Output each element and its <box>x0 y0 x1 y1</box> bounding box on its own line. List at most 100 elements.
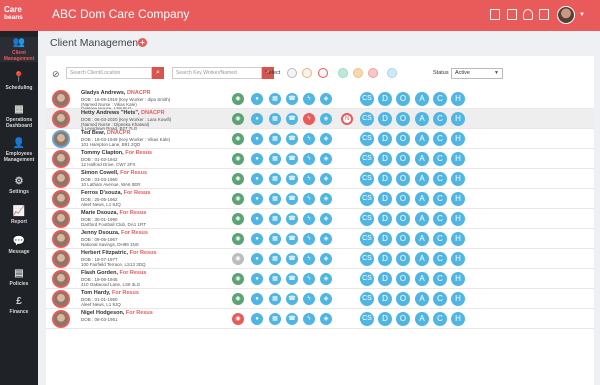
shield-icon[interactable]: ◈ <box>320 93 332 105</box>
letter-badge-c[interactable]: C <box>433 132 447 146</box>
letter-badge-h[interactable]: H <box>451 192 465 206</box>
user-icon[interactable]: ● <box>251 253 263 265</box>
filter-green-icon[interactable] <box>338 68 348 78</box>
client-name[interactable]: Simon Cowell, For Resus <box>81 170 147 176</box>
letter-badge-d[interactable]: D <box>378 292 392 306</box>
letter-badge-d[interactable]: D <box>378 232 392 246</box>
letter-badge-c[interactable]: C <box>433 92 447 106</box>
user-icon[interactable]: ● <box>251 273 263 285</box>
letter-badge-h[interactable]: H <box>451 152 465 166</box>
contact-icon[interactable]: ☎ <box>286 293 298 305</box>
letter-badge-cs[interactable]: CS <box>360 292 374 306</box>
calendar-icon[interactable]: ▦ <box>269 253 281 265</box>
letter-badge-h[interactable]: H <box>451 112 465 126</box>
contact-icon[interactable]: ☎ <box>286 93 298 105</box>
status-icon[interactable]: ◉ <box>232 153 244 165</box>
letter-badge-o[interactable]: O <box>396 152 410 166</box>
letter-badge-h[interactable]: H <box>451 252 465 266</box>
client-name[interactable]: Tommy Clapton, For Resus <box>81 150 152 156</box>
contact-icon[interactable]: ☎ <box>286 113 298 125</box>
letter-badge-o[interactable]: O <box>396 312 410 326</box>
letter-badge-h[interactable]: H <box>451 172 465 186</box>
alert-icon[interactable]: ϟ <box>303 133 315 145</box>
client-name[interactable]: Ted Bear, DNACPR <box>81 130 130 136</box>
contact-icon[interactable]: ☎ <box>286 253 298 265</box>
letter-badge-a[interactable]: A <box>415 192 429 206</box>
sidebar-item-message[interactable]: 💬 Message <box>0 236 38 255</box>
user-icon[interactable]: ● <box>251 113 263 125</box>
client-name[interactable]: Flash Gorden, For Resus <box>81 270 146 276</box>
status-icon[interactable]: ◉ <box>232 173 244 185</box>
user-icon[interactable]: ● <box>251 233 263 245</box>
bell-icon[interactable] <box>523 9 533 20</box>
client-avatar[interactable] <box>52 310 70 328</box>
letter-badge-o[interactable]: O <box>396 212 410 226</box>
shield-icon[interactable]: ◈ <box>320 113 332 125</box>
sidebar-item-operations-dashboard[interactable]: ▦ Operations Dashboard <box>0 104 38 129</box>
calendar-icon[interactable]: ▦ <box>269 293 281 305</box>
document-icon[interactable] <box>539 9 549 20</box>
letter-badge-h[interactable]: H <box>451 312 465 326</box>
user-icon[interactable]: ● <box>251 93 263 105</box>
letter-badge-cs[interactable]: CS <box>360 112 374 126</box>
calendar-icon[interactable]: ▦ <box>269 233 281 245</box>
alert-icon[interactable]: ϟ <box>303 113 315 125</box>
letter-badge-c[interactable]: C <box>433 312 447 326</box>
user-icon[interactable]: ● <box>251 293 263 305</box>
letter-badge-cs[interactable]: CS <box>360 152 374 166</box>
shield-icon[interactable]: ◈ <box>320 193 332 205</box>
letter-badge-o[interactable]: O <box>396 272 410 286</box>
letter-badge-d[interactable]: D <box>378 152 392 166</box>
client-avatar[interactable] <box>52 290 70 308</box>
letter-badge-c[interactable]: C <box>433 192 447 206</box>
client-row[interactable]: Gladys Andrews, DNACPR DOB : 16-09-1919 (… <box>46 89 594 111</box>
letter-badge-a[interactable]: A <box>415 292 429 306</box>
client-row[interactable]: Marie Dsouza, For Resus DOB : 30-01-1990 D… <box>46 209 594 229</box>
calendar-icon[interactable]: ▦ <box>269 273 281 285</box>
client-avatar[interactable] <box>52 270 70 288</box>
shield-icon[interactable]: ◈ <box>320 213 332 225</box>
letter-badge-a[interactable]: A <box>415 132 429 146</box>
client-avatar[interactable] <box>52 130 70 148</box>
letter-badge-c[interactable]: C <box>433 232 447 246</box>
client-row[interactable]: Flash Gorden, For Resus DOB : 19-06-1945 4… <box>46 269 594 289</box>
letter-badge-cs[interactable]: CS <box>360 172 374 186</box>
letter-badge-a[interactable]: A <box>415 172 429 186</box>
contact-icon[interactable]: ☎ <box>286 273 298 285</box>
letter-badge-cs[interactable]: CS <box>360 252 374 266</box>
client-name[interactable]: Gladys Andrews, DNACPR <box>81 90 150 96</box>
search-client-button[interactable]: ⌕ <box>152 67 164 79</box>
letter-badge-cs[interactable]: CS <box>360 92 374 106</box>
sidebar-item-policies[interactable]: ▤ Policies <box>0 268 38 287</box>
letter-badge-a[interactable]: A <box>415 92 429 106</box>
letter-badge-h[interactable]: H <box>451 132 465 146</box>
letter-badge-c[interactable]: C <box>433 112 447 126</box>
user-icon[interactable]: ● <box>251 133 263 145</box>
contact-icon[interactable]: ☎ <box>286 133 298 145</box>
client-avatar[interactable] <box>52 150 70 168</box>
status-icon[interactable]: ◉ <box>232 233 244 245</box>
letter-badge-o[interactable]: O <box>396 112 410 126</box>
filter-user-icon[interactable] <box>287 68 297 78</box>
shield-icon[interactable]: ◈ <box>320 253 332 265</box>
status-icon[interactable]: ◉ <box>232 133 244 145</box>
user-avatar[interactable] <box>557 6 575 24</box>
client-avatar[interactable] <box>52 190 70 208</box>
letter-badge-d[interactable]: D <box>378 172 392 186</box>
sidebar-item-scheduling[interactable]: 📍 Scheduling <box>0 72 38 91</box>
client-name[interactable]: Marie Dsouza, For Resus <box>81 210 146 216</box>
letter-badge-h[interactable]: H <box>451 272 465 286</box>
client-avatar[interactable] <box>52 230 70 248</box>
clear-filter-icon[interactable]: ⊘ <box>52 69 60 80</box>
client-name[interactable]: Herbert Fitzpatric, For Resus <box>81 250 157 256</box>
chevron-down-icon[interactable]: ▼ <box>579 12 585 18</box>
letter-badge-cs[interactable]: CS <box>360 192 374 206</box>
client-avatar[interactable] <box>52 170 70 188</box>
filter-user-red-icon[interactable] <box>318 68 328 78</box>
shield-icon[interactable]: ◈ <box>320 293 332 305</box>
user-icon[interactable]: ● <box>251 313 263 325</box>
alert-icon[interactable]: ϟ <box>303 173 315 185</box>
calendar-icon[interactable]: ▦ <box>269 153 281 165</box>
letter-badge-c[interactable]: C <box>433 252 447 266</box>
sidebar-item-finance[interactable]: £ Finance <box>0 296 38 315</box>
